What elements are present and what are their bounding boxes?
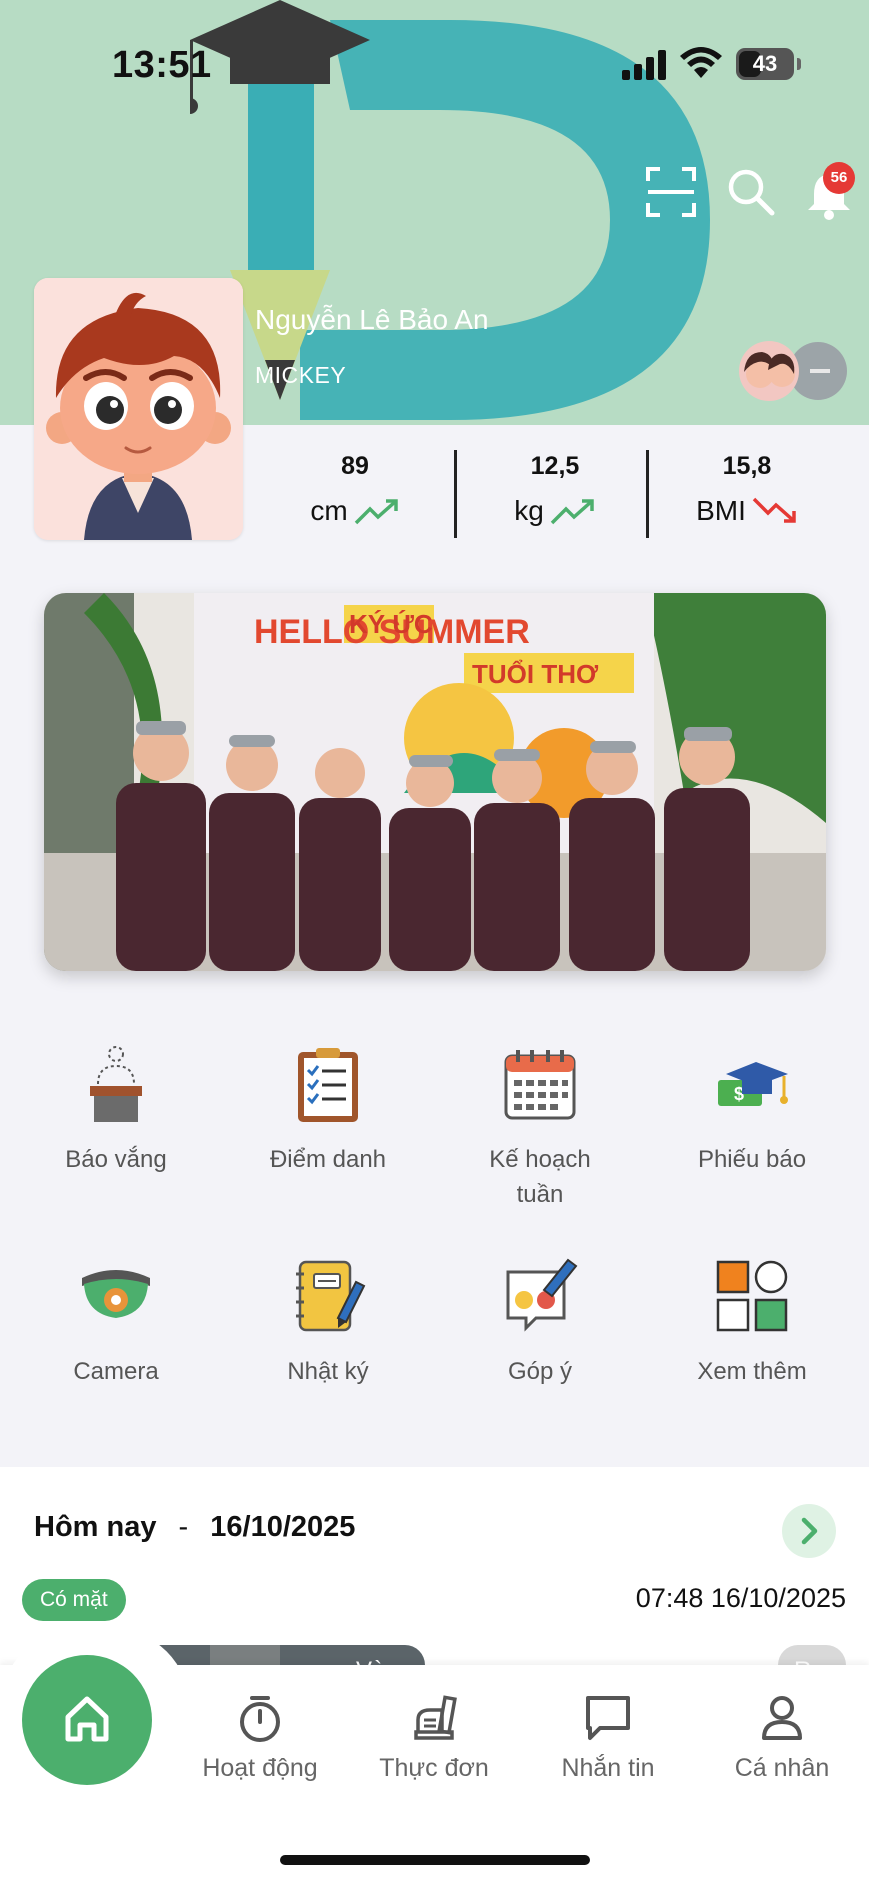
children-switch-icon xyxy=(739,341,847,401)
menu-diary[interactable]: Nhật ký xyxy=(228,1256,428,1389)
stat-bmi[interactable]: 15,8 BMI xyxy=(652,440,842,527)
nav-messages-label: Nhắn tin xyxy=(561,1754,655,1782)
student-name: Nguyễn Lê Bảo An xyxy=(255,304,489,335)
stat-divider xyxy=(646,450,649,538)
menu-feedback[interactable]: Góp ý xyxy=(440,1256,640,1389)
menu-attendance-label: Điểm danh xyxy=(269,1146,387,1173)
trend-down-icon xyxy=(752,497,796,523)
student-class: MICKEY xyxy=(255,362,347,388)
banner-tuoi-tho: TUỔI THƠ xyxy=(472,659,599,689)
menu-camera-label: Camera xyxy=(73,1358,159,1385)
menu-more-label: Xem thêm xyxy=(697,1358,807,1385)
menu-more[interactable]: Xem thêm xyxy=(652,1256,852,1389)
event-banner-photo[interactable]: HELLO SUMMER KÝ ỨC TUỔI THƠ xyxy=(44,593,826,971)
child-avatar-illustration xyxy=(34,278,243,540)
stat-divider xyxy=(454,450,457,538)
tuition-notice-icon: $ xyxy=(718,1062,788,1106)
growth-stats: 89 cm 12,5 kg 15,8 BMI xyxy=(260,440,860,550)
menu-feedback-label: Góp ý xyxy=(507,1358,573,1385)
status-bar: 13:51 43 xyxy=(0,0,869,120)
menu-absence-label: Báo vắng xyxy=(65,1146,167,1173)
today-separator: - xyxy=(178,1511,189,1543)
app-screen: 13:51 43 56 Nguyễn Lê Bảo An MICKEY 89 c… xyxy=(0,0,869,1885)
class-photo-illustration: HELLO SUMMER KÝ ỨC TUỔI THƠ xyxy=(44,593,826,971)
nav-profile[interactable]: Cá nhân xyxy=(702,1692,862,1783)
menu-weekly-plan[interactable]: Kế hoạch tuần xyxy=(440,1044,640,1212)
stat-height-value: 89 xyxy=(341,452,369,480)
search-icon[interactable] xyxy=(724,165,778,219)
today-title: Hôm nay - 16/10/2025 xyxy=(34,1511,355,1544)
checkin-time: 07:48 16/10/2025 xyxy=(635,1583,846,1613)
status-time: 13:51 xyxy=(112,44,212,86)
menu-tuition-notice[interactable]: $ Phiếu báo xyxy=(652,1044,852,1177)
battery-icon: 43 xyxy=(736,48,794,80)
nav-menu-label: Thực đơn xyxy=(379,1754,489,1782)
diary-icon xyxy=(296,1260,366,1332)
feedback-icon xyxy=(506,1258,578,1332)
menu-tuition-notice-label: Phiếu báo xyxy=(697,1146,807,1173)
today-label: Hôm nay xyxy=(34,1511,157,1543)
stat-height-unit: cm xyxy=(310,495,348,526)
stat-height[interactable]: 89 cm xyxy=(260,440,450,527)
home-indicator xyxy=(280,1855,590,1865)
home-icon xyxy=(65,1696,109,1742)
chevron-right-icon xyxy=(801,1517,818,1545)
user-icon xyxy=(762,1696,802,1740)
switch-child-button[interactable] xyxy=(738,340,848,402)
nav-profile-label: Cá nhân xyxy=(734,1754,830,1782)
trend-up-icon xyxy=(550,499,594,525)
stat-weight-value: 12,5 xyxy=(530,452,580,480)
stat-weight-unit: kg xyxy=(514,495,544,526)
attendance-status-badge: Có mặt xyxy=(22,1579,126,1621)
attendance-clipboard-icon xyxy=(298,1048,358,1122)
nav-menu[interactable]: Thực đơn xyxy=(354,1692,514,1783)
wifi-icon xyxy=(680,47,722,78)
timer-icon xyxy=(240,1696,280,1742)
trend-up-icon xyxy=(354,499,398,525)
nav-activities-label: Hoạt động xyxy=(202,1754,318,1782)
notification-badge: 56 xyxy=(823,162,855,194)
chat-icon xyxy=(586,1696,630,1740)
menu-diary-label: Nhật ký xyxy=(287,1358,369,1385)
food-tray-icon xyxy=(414,1695,457,1740)
nav-home-button[interactable] xyxy=(22,1655,152,1785)
camera-icon xyxy=(82,1270,150,1318)
qr-scan-icon[interactable] xyxy=(644,165,698,219)
menu-absence[interactable]: Báo vắng xyxy=(16,1044,216,1177)
nav-activities[interactable]: Hoạt động xyxy=(180,1692,340,1783)
signal-icon xyxy=(622,50,666,80)
battery-tip xyxy=(797,58,801,70)
nav-messages[interactable]: Nhắn tin xyxy=(528,1692,688,1783)
stat-bmi-value: 15,8 xyxy=(722,452,772,480)
banner-ky-uc: KÝ ỨC xyxy=(349,609,433,639)
student-avatar[interactable] xyxy=(34,278,243,540)
today-date: 16/10/2025 xyxy=(210,1511,356,1543)
battery-text: 43 xyxy=(752,51,778,76)
menu-camera[interactable]: Camera xyxy=(16,1256,216,1389)
absence-icon xyxy=(90,1046,142,1122)
stat-bmi-unit: BMI xyxy=(696,495,746,526)
stat-weight[interactable]: 12,5 kg xyxy=(460,440,650,527)
calendar-icon xyxy=(504,1050,576,1120)
menu-weekly-plan-label: Kế hoạch tuần xyxy=(489,1146,591,1208)
more-grid-icon xyxy=(716,1260,788,1332)
today-next-button[interactable] xyxy=(782,1504,836,1558)
menu-attendance[interactable]: Điểm danh xyxy=(228,1044,428,1177)
